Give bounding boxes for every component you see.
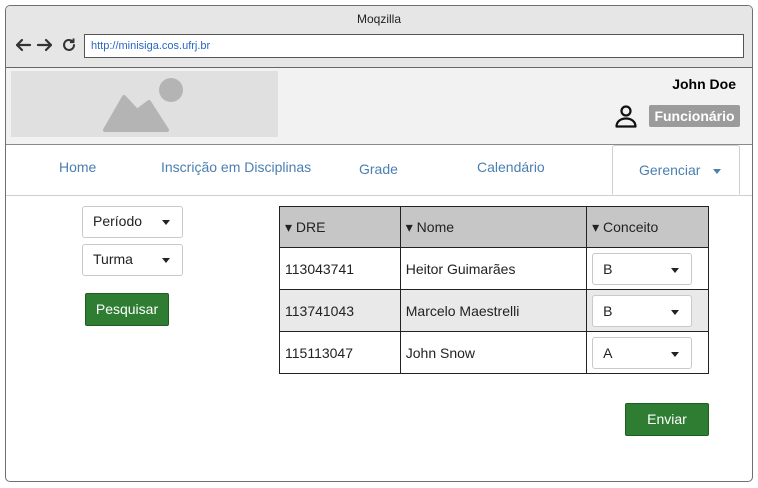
cell-conceito: A [586,331,709,374]
tab-inscricao[interactable]: Inscrição em Disciplinas [161,159,311,175]
image-placeholder-icon [103,78,183,132]
user-icon[interactable] [614,104,638,128]
browser-titlebar: Moqzilla http://minisiga.cos.ufrj.br [6,6,752,68]
chevron-down-icon [671,351,680,357]
cell-nome: Marcelo Maestrelli [399,289,588,332]
nav-tabs: Home Inscrição em Disciplinas Grade Cale… [6,144,752,196]
chevron-down-icon [162,220,170,225]
forward-arrow-icon[interactable] [36,36,54,54]
periodo-select[interactable]: Período [82,206,183,238]
grades-table: ▾ DRE ▾ Nome ▾ Conceito 113043741 Heitor… [279,206,709,374]
periodo-value: Período [93,213,143,229]
conceito-value: A [603,344,613,361]
tab-gerenciar[interactable]: Gerenciar [612,145,740,195]
conceito-value: B [603,260,613,277]
address-bar[interactable]: http://minisiga.cos.ufrj.br [84,34,744,58]
table-row: 113741043 Marcelo Maestrelli B [279,289,709,332]
chevron-down-icon [671,267,680,273]
url-text: http://minisiga.cos.ufrj.br [91,40,211,52]
enviar-button[interactable]: Enviar [625,403,709,436]
cell-dre: 113043741 [279,247,401,290]
conceito-select[interactable]: B [592,252,693,285]
turma-select[interactable]: Turma [82,244,183,276]
role-badge: Funcionário [649,105,740,127]
user-name: John Doe [672,76,736,92]
tab-home[interactable]: Home [59,159,96,175]
cell-nome: John Snow [399,331,588,374]
page-header: John Doe Funcionário [6,68,752,144]
browser-window: Moqzilla http://minisiga.cos.ufrj.br Joh… [5,5,753,482]
table-header-row: ▾ DRE ▾ Nome ▾ Conceito [279,206,709,248]
cell-conceito: B [586,289,709,332]
reload-icon[interactable] [60,36,78,54]
cell-nome: Heitor Guimarães [399,247,588,290]
conceito-value: B [603,302,613,319]
turma-value: Turma [93,251,133,267]
pesquisar-button[interactable]: Pesquisar [85,293,169,326]
conceito-select[interactable]: A [592,336,693,369]
cell-dre: 115113047 [279,331,401,374]
tab-grade[interactable]: Grade [359,161,398,177]
tab-gerenciar-label: Gerenciar [639,162,701,178]
column-header-conceito[interactable]: ▾ Conceito [586,206,709,248]
table-row: 115113047 John Snow A [279,331,709,374]
window-title: Moqzilla [356,12,401,26]
cell-dre: 113741043 [279,289,401,332]
column-header-nome[interactable]: ▾ Nome [399,206,588,248]
chevron-down-icon [713,169,721,174]
chevron-down-icon [162,258,170,263]
table-row: 113043741 Heitor Guimarães B [279,247,709,290]
back-arrow-icon[interactable] [14,36,32,54]
conceito-select[interactable]: B [592,294,693,327]
column-header-dre[interactable]: ▾ DRE [279,206,401,248]
cell-conceito: B [586,247,709,290]
chevron-down-icon [671,309,680,315]
tab-calendario[interactable]: Calendário [477,159,545,175]
logo-placeholder [11,71,278,137]
